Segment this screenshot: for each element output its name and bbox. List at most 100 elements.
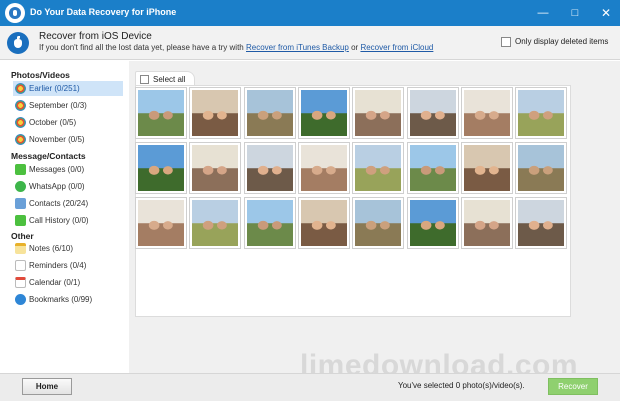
- maximize-icon[interactable]: □: [568, 6, 582, 20]
- home-button[interactable]: Home: [22, 378, 72, 395]
- photo-thumbnail[interactable]: [406, 197, 459, 249]
- close-icon[interactable]: ✕: [599, 6, 613, 20]
- photo-image: [138, 145, 184, 191]
- photo-thumbnail[interactable]: [297, 142, 350, 194]
- page-title: Recover from iOS Device: [39, 31, 152, 42]
- itunes-backup-link[interactable]: Recover from iTunes Backup: [246, 43, 349, 52]
- photo-thumbnail[interactable]: [460, 87, 513, 139]
- notes-icon: [15, 243, 26, 254]
- photo-image: [463, 90, 510, 136]
- sidebar-item-label: Bookmarks (0/99): [29, 295, 93, 304]
- whatsapp-icon: [15, 181, 26, 192]
- minimize-icon[interactable]: —: [536, 6, 550, 20]
- sidebar-item-label: Call History (0/0): [29, 216, 89, 225]
- photo-thumbnail[interactable]: [135, 197, 187, 249]
- sidebar-item-messages[interactable]: Messages (0/0): [13, 162, 123, 177]
- icloud-link[interactable]: Recover from iCloud: [360, 43, 433, 52]
- photo-thumbnail[interactable]: [135, 142, 187, 194]
- select-all-label: Select all: [153, 75, 186, 84]
- photo-image: [192, 145, 239, 191]
- select-all-checkbox[interactable]: [140, 75, 149, 84]
- photo-image: [300, 90, 347, 136]
- calendar-icon: [15, 277, 26, 288]
- bottom-bar: Home You've selected 0 photo(s)/video(s)…: [0, 373, 620, 401]
- photo-image: [300, 145, 347, 191]
- photos-icon: [15, 83, 26, 94]
- photo-thumbnail[interactable]: [352, 142, 405, 194]
- photos-icon: [15, 100, 26, 111]
- photo-thumbnail[interactable]: [460, 197, 513, 249]
- apple-icon: [7, 32, 29, 54]
- sidebar-item-september[interactable]: September (0/3): [13, 98, 123, 113]
- photo-thumbnail[interactable]: [243, 142, 296, 194]
- sidebar-item-reminders[interactable]: Reminders (0/4): [13, 258, 123, 273]
- photo-thumbnail[interactable]: [189, 87, 242, 139]
- sidebar-item-label: October (0/5): [29, 118, 77, 127]
- photo-image: [463, 200, 510, 246]
- only-deleted-checkbox[interactable]: [501, 37, 511, 47]
- sidebar-item-whatsapp[interactable]: WhatsApp (0/0): [13, 179, 123, 194]
- subtitle-text: If you don't find all the lost data yet,…: [39, 43, 244, 52]
- sidebar: Photos/Videos Earlier (0/251) September …: [0, 61, 129, 373]
- photo-thumbnail[interactable]: [515, 142, 568, 194]
- photo-thumbnail[interactable]: [297, 197, 350, 249]
- title-bar: Do Your Data Recovery for iPhone — □ ✕: [0, 0, 620, 26]
- sidebar-item-earlier[interactable]: Earlier (0/251): [13, 81, 123, 96]
- photo-thumbnail[interactable]: [515, 197, 568, 249]
- photo-thumbnail[interactable]: [515, 87, 568, 139]
- photo-thumbnail[interactable]: [352, 197, 405, 249]
- sidebar-item-contacts[interactable]: Contacts (20/24): [13, 196, 123, 211]
- sidebar-item-label: November (0/5): [29, 135, 85, 144]
- sidebar-item-call-history[interactable]: Call History (0/0): [13, 213, 123, 228]
- photo-thumbnail[interactable]: [135, 87, 187, 139]
- photo-thumbnail[interactable]: [460, 142, 513, 194]
- messages-icon: [15, 164, 26, 175]
- sidebar-item-calendar[interactable]: Calendar (0/1): [13, 275, 123, 290]
- photo-thumbnail[interactable]: [297, 87, 350, 139]
- sidebar-item-bookmarks[interactable]: Bookmarks (0/99): [13, 292, 123, 307]
- photo-image: [138, 90, 184, 136]
- sidebar-item-october[interactable]: October (0/5): [13, 115, 123, 130]
- sidebar-item-label: WhatsApp (0/0): [29, 182, 85, 191]
- photo-image: [518, 90, 565, 136]
- only-deleted-label: Only display deleted items: [515, 37, 609, 46]
- photo-thumbnail[interactable]: [189, 197, 242, 249]
- photo-thumbnail[interactable]: [243, 197, 296, 249]
- photo-image: [355, 200, 402, 246]
- photo-image: [409, 145, 456, 191]
- category-message-contacts: Message/Contacts: [11, 151, 86, 161]
- reminders-icon: [15, 260, 26, 271]
- recover-button[interactable]: Recover: [548, 378, 598, 395]
- sidebar-item-label: Reminders (0/4): [29, 261, 87, 270]
- selection-status: You've selected 0 photo(s)/video(s).: [398, 381, 525, 390]
- photos-icon: [15, 117, 26, 128]
- sidebar-item-label: Contacts (20/24): [29, 199, 89, 208]
- content-area: Select all: [129, 61, 620, 373]
- photo-thumbnail[interactable]: [243, 87, 296, 139]
- header-subtitle: If you don't find all the lost data yet,…: [39, 43, 433, 52]
- photo-image: [246, 90, 293, 136]
- photo-image: [409, 200, 456, 246]
- sidebar-item-label: Earlier (0/251): [29, 84, 80, 93]
- photo-image: [300, 200, 347, 246]
- photo-thumbnail[interactable]: [189, 142, 242, 194]
- sidebar-item-notes[interactable]: Notes (6/10): [13, 241, 123, 256]
- photo-image: [463, 145, 510, 191]
- sidebar-item-label: Notes (6/10): [29, 244, 74, 253]
- sidebar-item-label: Calendar (0/1): [29, 278, 81, 287]
- category-photos-videos: Photos/Videos: [11, 70, 70, 80]
- header: Recover from iOS Device If you don't fin…: [0, 26, 620, 60]
- photos-icon: [15, 134, 26, 145]
- photo-image: [355, 90, 402, 136]
- photo-thumbnail[interactable]: [406, 142, 459, 194]
- sidebar-item-november[interactable]: November (0/5): [13, 132, 123, 147]
- photo-thumbnail[interactable]: [352, 87, 405, 139]
- window-title: Do Your Data Recovery for iPhone: [30, 7, 177, 17]
- photo-image: [518, 200, 565, 246]
- select-all-tab: Select all: [135, 71, 195, 86]
- photo-image: [138, 200, 184, 246]
- photo-image: [246, 200, 293, 246]
- app-logo-icon: [5, 3, 25, 23]
- call-history-icon: [15, 215, 26, 226]
- photo-thumbnail[interactable]: [406, 87, 459, 139]
